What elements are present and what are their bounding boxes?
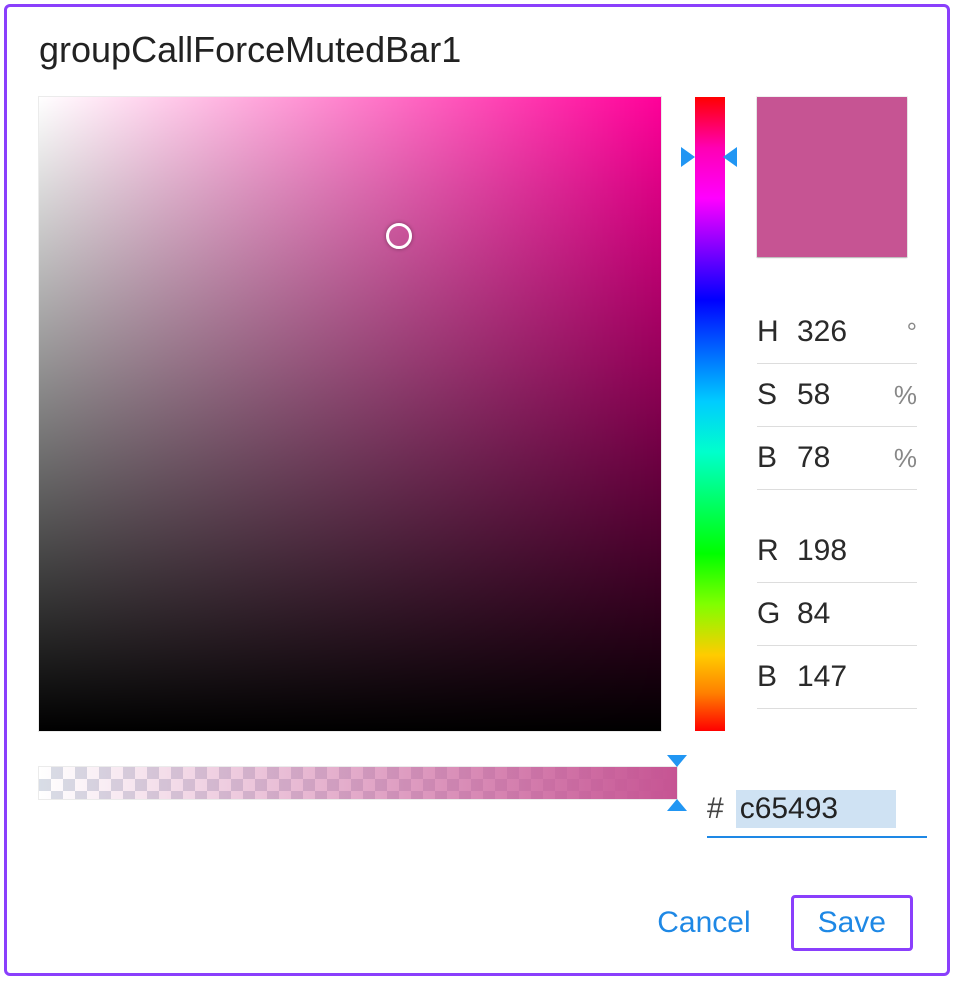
rgb-b-value[interactable]: 147 <box>791 660 917 694</box>
hsb-h-row: H 326 ° <box>757 301 917 364</box>
rgb-r-row: R 198 <box>757 520 917 583</box>
alpha-handle-bottom-icon[interactable] <box>667 799 687 811</box>
alpha-slider[interactable] <box>39 755 677 811</box>
hue-handle-right-icon[interactable] <box>723 147 737 167</box>
hsb-s-value[interactable]: 58 <box>791 378 894 412</box>
hsb-h-label: H <box>757 315 791 349</box>
hue-slider[interactable] <box>681 97 738 731</box>
saturation-brightness-field[interactable] <box>39 97 661 731</box>
rgb-b-label: B <box>757 660 791 694</box>
hsb-b-row: B 78 % <box>757 427 917 490</box>
values-column: H 326 ° S 58 % B 78 % R 198 G 84 <box>757 97 917 709</box>
hsb-s-unit: % <box>894 380 917 411</box>
hsb-s-row: S 58 % <box>757 364 917 427</box>
hsb-h-unit: ° <box>907 317 917 348</box>
dialog-title: groupCallForceMutedBar1 <box>39 29 917 71</box>
rgb-g-value[interactable]: 84 <box>791 597 917 631</box>
hue-handle-left-icon[interactable] <box>681 147 695 167</box>
hsb-h-value[interactable]: 326 <box>791 315 907 349</box>
hsb-b-value[interactable]: 78 <box>791 441 894 475</box>
hsb-s-label: S <box>757 378 791 412</box>
alpha-strip[interactable] <box>39 767 677 799</box>
rgb-g-row: G 84 <box>757 583 917 646</box>
color-picker-dialog: groupCallForceMutedBar1 H 326 ° S 58 % B <box>4 4 950 976</box>
sb-cursor-icon[interactable] <box>386 223 412 249</box>
rgb-r-value[interactable]: 198 <box>791 534 917 568</box>
picker-area: H 326 ° S 58 % B 78 % R 198 G 84 <box>39 97 917 731</box>
color-preview-swatch <box>757 97 907 257</box>
dialog-actions: Cancel Save <box>651 895 913 951</box>
save-button[interactable]: Save <box>791 895 913 951</box>
hsb-b-label: B <box>757 441 791 475</box>
hex-prefix: # <box>707 792 724 826</box>
hsb-b-unit: % <box>894 443 917 474</box>
hue-strip[interactable] <box>695 97 725 731</box>
rgb-g-label: G <box>757 597 791 631</box>
rgb-b-row: B 147 <box>757 646 917 709</box>
rgb-r-label: R <box>757 534 791 568</box>
hex-row: # <box>707 790 927 838</box>
hex-input[interactable] <box>736 790 896 828</box>
cancel-button[interactable]: Cancel <box>651 898 756 948</box>
alpha-handle-top-icon[interactable] <box>667 755 687 767</box>
